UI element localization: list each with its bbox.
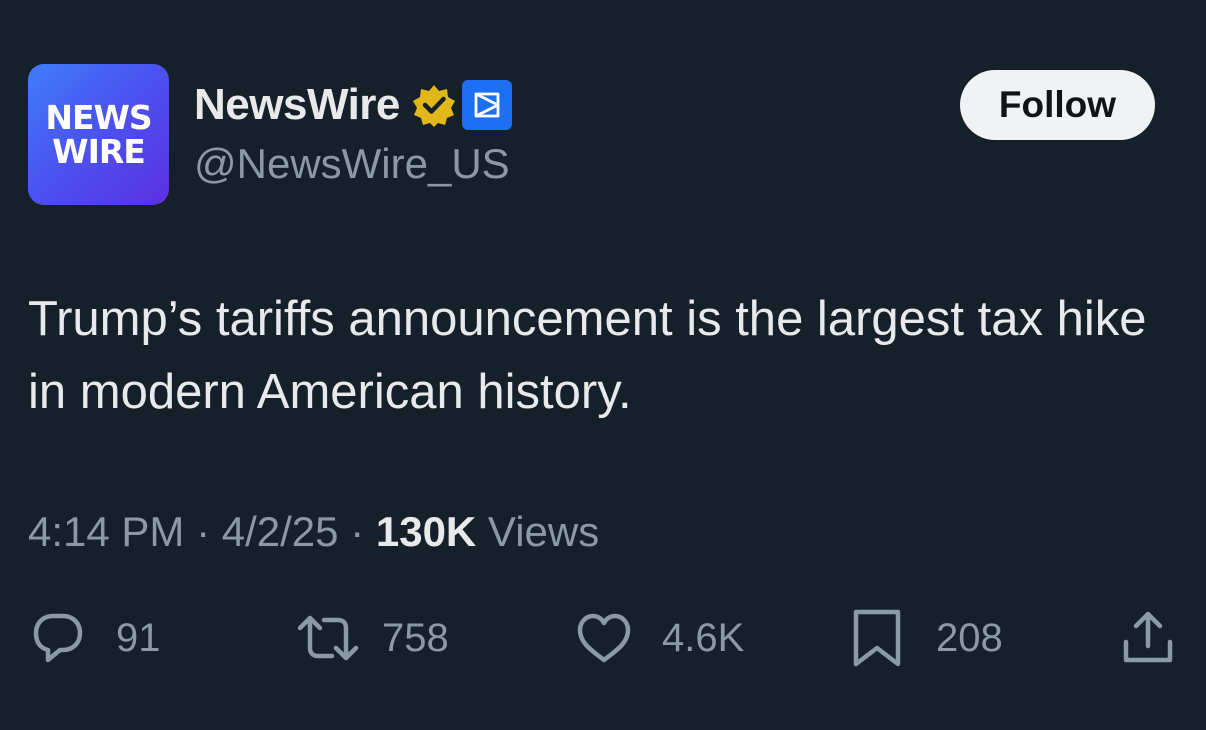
affiliate-badge-icon <box>461 80 512 130</box>
avatar[interactable]: NEWS WIRE <box>28 64 169 205</box>
reply-count: 91 <box>116 615 161 660</box>
avatar-text-wire: WIRE <box>52 131 146 171</box>
follow-button[interactable]: Follow <box>960 70 1155 140</box>
tweet-meta: 4:14 PM · 4/2/25 · 130K Views <box>28 508 599 556</box>
action-bar: 91 758 4.6K 208 <box>28 605 1178 671</box>
bookmark-icon <box>853 609 901 667</box>
bookmark-button[interactable]: 208 <box>848 605 1003 671</box>
tweet-time[interactable]: 4:14 PM <box>28 508 184 555</box>
share-button[interactable] <box>1118 605 1178 671</box>
share-icon <box>1123 611 1173 663</box>
reply-icon <box>33 613 83 663</box>
author-name[interactable]: NewsWire <box>194 80 400 130</box>
like-count: 4.6K <box>662 615 745 660</box>
views-label: Views <box>476 508 600 555</box>
repost-button[interactable]: 758 <box>294 605 449 671</box>
avatar-text-news: NEWS <box>45 97 152 137</box>
like-button[interactable]: 4.6K <box>574 605 744 671</box>
author-name-row: NewsWire <box>194 78 512 132</box>
meta-separator: · <box>338 508 376 555</box>
reply-button[interactable]: 91 <box>28 605 161 671</box>
views-count: 130K <box>375 508 477 555</box>
bookmark-count: 208 <box>936 615 1003 660</box>
repost-count: 758 <box>382 615 449 660</box>
heart-icon <box>577 613 631 663</box>
author-handle[interactable]: @NewsWire_US <box>194 140 510 188</box>
repost-icon <box>297 615 359 661</box>
tweet-text: Trump’s tariffs announcement is the larg… <box>28 292 1147 419</box>
gold-verified-badge-icon <box>412 85 455 127</box>
tweet-date[interactable]: 4/2/25 <box>222 508 339 555</box>
meta-separator: · <box>184 508 222 555</box>
